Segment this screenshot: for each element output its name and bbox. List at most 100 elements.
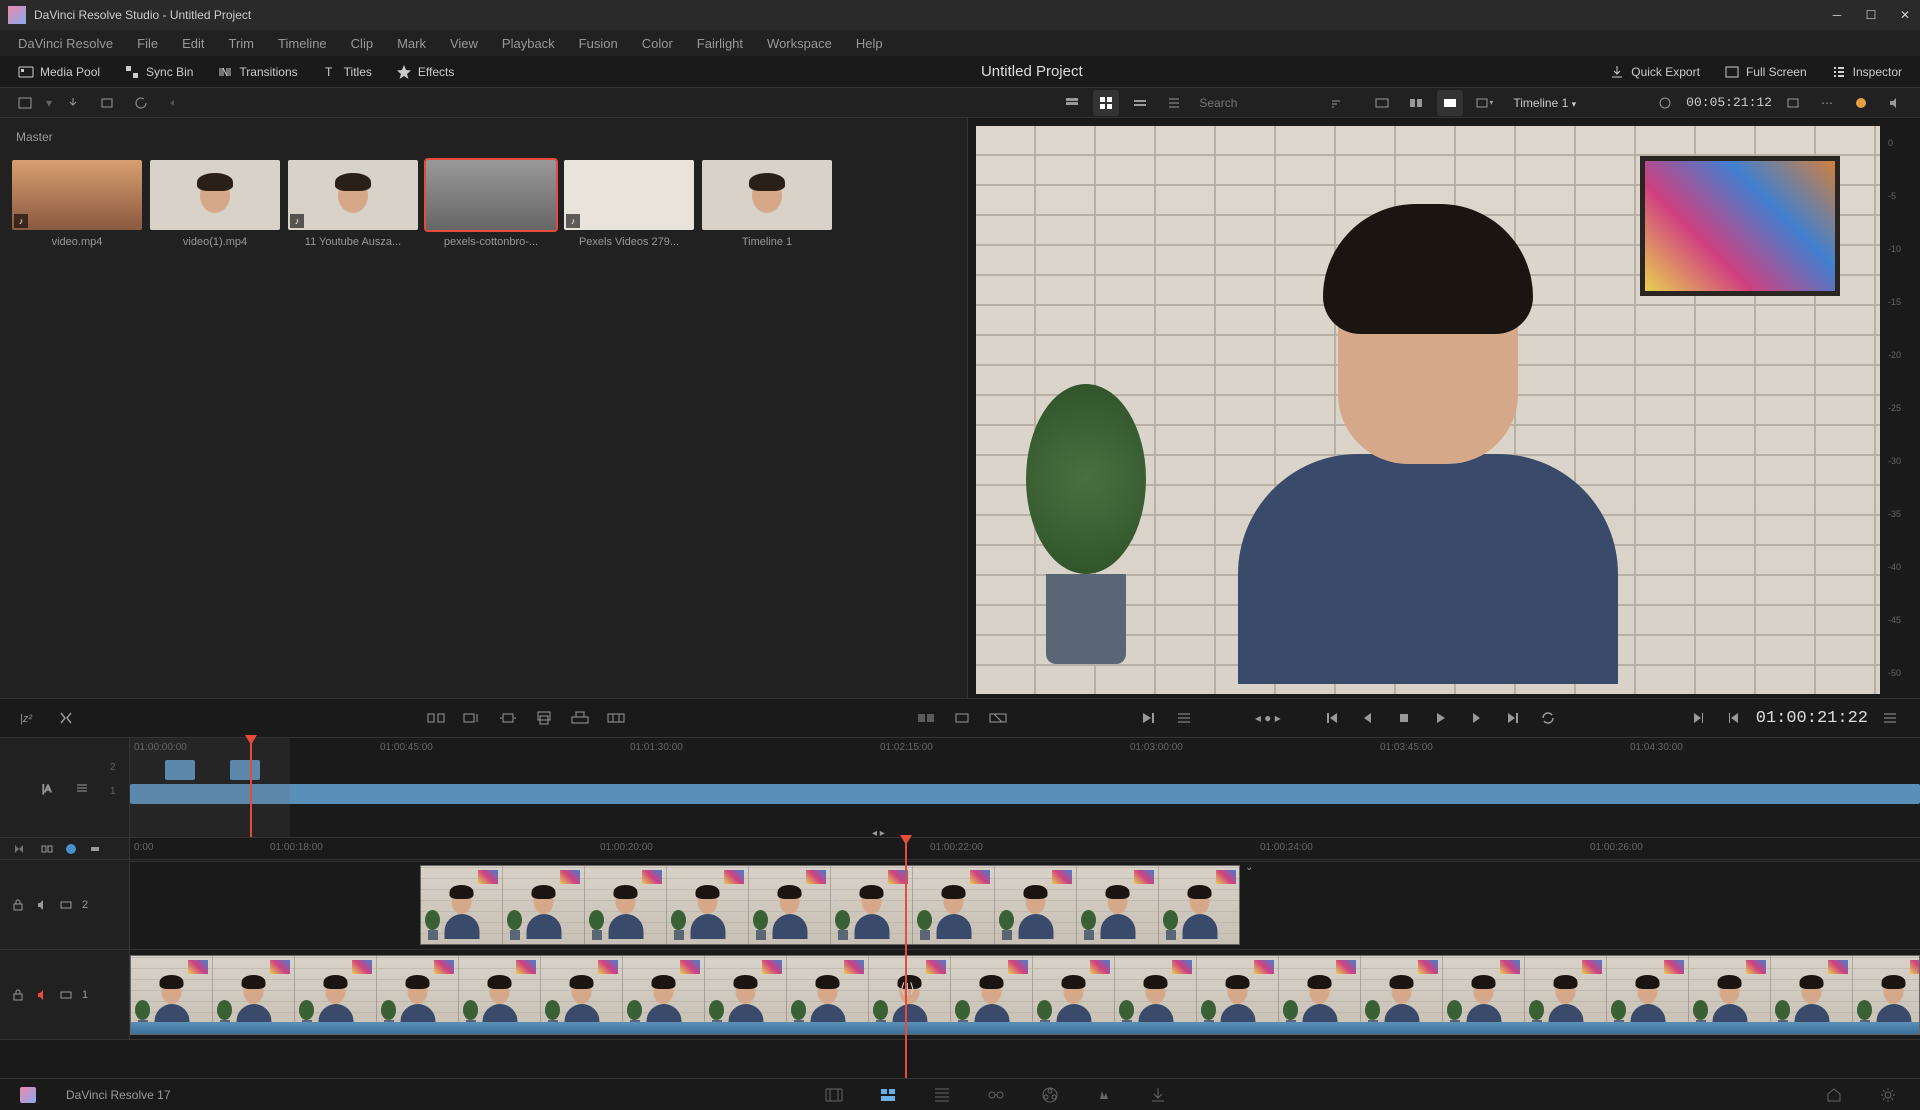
speed-button[interactable] (1134, 704, 1162, 732)
track-visibility-button[interactable] (58, 987, 74, 1003)
search-input[interactable] (1195, 92, 1315, 114)
menu-trim[interactable]: Trim (221, 32, 263, 55)
track-enable-button[interactable] (34, 897, 50, 913)
last-frame-button[interactable] (1498, 704, 1526, 732)
mute-button[interactable] (1882, 90, 1908, 116)
minimize-button[interactable]: ─ (1830, 8, 1844, 22)
maximize-button[interactable]: ☐ (1864, 8, 1878, 22)
timeline-selector[interactable]: Timeline 1 ▾ (1513, 96, 1576, 110)
media-item[interactable]: ♪ 11 Youtube Ausza... (288, 160, 418, 248)
boring-detector-button[interactable]: |z² (16, 704, 44, 732)
menu-file[interactable]: File (129, 32, 166, 55)
cut-button[interactable] (948, 704, 976, 732)
loop-button[interactable] (1534, 704, 1562, 732)
viewer-settings-button[interactable] (1780, 90, 1806, 116)
menu-fusion[interactable]: Fusion (571, 32, 626, 55)
quick-export-button[interactable]: Quick Export (1603, 60, 1706, 84)
transition-button[interactable] (912, 704, 940, 732)
chevron-down-icon[interactable]: ⌄ (1245, 862, 1253, 873)
linked-selection-button[interactable] (38, 840, 56, 858)
source-overwrite-button[interactable] (602, 704, 630, 732)
media-item[interactable]: Timeline 1 (702, 160, 832, 248)
detail-playhead[interactable] (905, 838, 907, 1078)
source-viewer-button[interactable] (1369, 90, 1395, 116)
fusion-page-button[interactable] (984, 1083, 1008, 1107)
prev-edit-button[interactable] (1720, 704, 1748, 732)
menu-playback[interactable]: Playback (494, 32, 563, 55)
single-viewer-button[interactable] (1437, 90, 1463, 116)
next-frame-button[interactable] (1462, 704, 1490, 732)
home-button[interactable] (1822, 1083, 1846, 1107)
import-button[interactable] (60, 90, 86, 116)
track-lock-button[interactable] (10, 987, 26, 1003)
play-button[interactable] (1426, 704, 1454, 732)
menu-edit[interactable]: Edit (174, 32, 212, 55)
viewer-options-button[interactable]: ⋯ (1814, 90, 1840, 116)
fairlight-page-button[interactable] (1092, 1083, 1116, 1107)
split-button[interactable] (52, 704, 80, 732)
append-button[interactable] (458, 704, 486, 732)
audio-sync-button[interactable] (86, 840, 104, 858)
bin-list-button[interactable] (12, 90, 38, 116)
effects-button[interactable]: Effects (390, 60, 460, 84)
track-enable-button[interactable] (34, 987, 50, 1003)
menu-clip[interactable]: Clip (343, 32, 381, 55)
overview-tracks[interactable]: 01:00:00:00 01:00:45:00 01:01:30:00 01:0… (130, 738, 1920, 837)
media-item[interactable]: ♪ video.mp4 (12, 160, 142, 248)
retime-button[interactable] (1170, 704, 1198, 732)
visible-range-indicator[interactable] (130, 738, 290, 837)
menu-view[interactable]: View (442, 32, 486, 55)
ripple-button[interactable] (494, 704, 522, 732)
media-pool-button[interactable]: Media Pool (12, 60, 106, 84)
color-page-button[interactable] (1038, 1083, 1062, 1107)
edit-page-button[interactable] (930, 1083, 954, 1107)
menu-timeline[interactable]: Timeline (270, 32, 335, 55)
program-viewer[interactable] (976, 126, 1880, 694)
deliver-page-button[interactable] (1146, 1083, 1170, 1107)
inspector-button[interactable]: Inspector (1825, 60, 1908, 84)
edit-index-button[interactable]: |A (35, 775, 61, 801)
match-frame-button[interactable] (1652, 90, 1678, 116)
menu-davinci[interactable]: DaVinci Resolve (10, 32, 121, 55)
titles-button[interactable]: T Titles (316, 60, 378, 84)
smart-insert-button[interactable] (422, 704, 450, 732)
first-frame-button[interactable] (1318, 704, 1346, 732)
track-lock-button[interactable] (10, 897, 26, 913)
strip-view-button[interactable] (1127, 90, 1153, 116)
viewer-mode-button[interactable]: ▾ (1471, 90, 1497, 116)
thumbnail-view-button[interactable] (1093, 90, 1119, 116)
stop-button[interactable] (1390, 704, 1418, 732)
menu-color[interactable]: Color (634, 32, 681, 55)
trim-in-marker[interactable]: ◂ ▸ (872, 828, 888, 842)
cut-page-button[interactable] (876, 1083, 900, 1107)
media-page-button[interactable] (822, 1083, 846, 1107)
video-clip[interactable] (130, 955, 1920, 1035)
multiview-button[interactable] (1403, 90, 1429, 116)
track-visibility-button[interactable] (58, 897, 74, 913)
menu-workspace[interactable]: Workspace (759, 32, 840, 55)
menu-mark[interactable]: Mark (389, 32, 434, 55)
refresh-button[interactable] (128, 90, 154, 116)
options-button[interactable] (162, 90, 188, 116)
place-on-top-button[interactable] (566, 704, 594, 732)
jog-left-button[interactable]: ◂ ● ▸ (1254, 704, 1282, 732)
full-screen-button[interactable]: Full Screen (1718, 60, 1813, 84)
transitions-button[interactable]: Transitions (211, 60, 303, 84)
bypass-button[interactable] (1848, 90, 1874, 116)
metadata-view-button[interactable] (1059, 90, 1085, 116)
prev-frame-button[interactable] (1354, 704, 1382, 732)
media-item[interactable]: ♪ Pexels Videos 279... (564, 160, 694, 248)
master-bin-label[interactable]: Master (8, 126, 959, 148)
sort-button[interactable] (1323, 90, 1349, 116)
timeline-options-button[interactable] (1876, 704, 1904, 732)
list-view-button[interactable] (1161, 90, 1187, 116)
menu-fairlight[interactable]: Fairlight (689, 32, 751, 55)
overview-clip[interactable] (130, 784, 1920, 804)
snap-button[interactable] (10, 840, 28, 858)
track-options-button[interactable] (69, 775, 95, 801)
menu-help[interactable]: Help (848, 32, 891, 55)
media-item[interactable]: video(1).mp4 (150, 160, 280, 248)
next-edit-button[interactable] (1684, 704, 1712, 732)
record-timecode[interactable]: 01:00:21:22 (1756, 709, 1868, 728)
sync-bin-button[interactable]: Sync Bin (118, 60, 199, 84)
